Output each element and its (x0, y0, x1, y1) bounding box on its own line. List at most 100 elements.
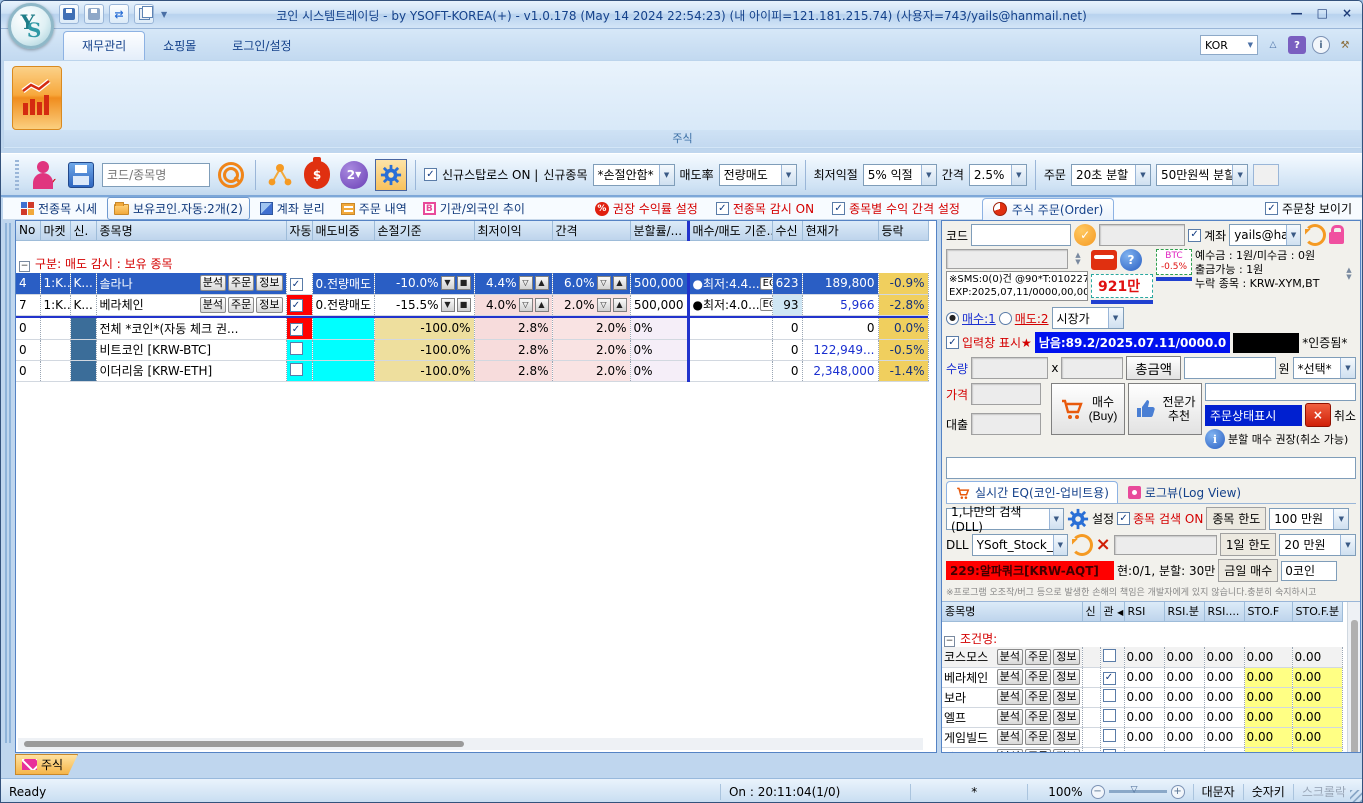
amount-preset-select[interactable]: *선택*▼ (1293, 357, 1356, 379)
maximize-button[interactable]: □ (1317, 6, 1328, 20)
cancel-x-icon[interactable]: × (1305, 403, 1331, 427)
watch-checkbox[interactable] (1103, 649, 1116, 662)
spin-up-button[interactable]: ▲ (613, 276, 627, 290)
show-order-checkbox[interactable]: ✓ (1265, 202, 1278, 215)
watch-row[interactable]: 게임빌드분석주문정보 0.000.000.00 0.000.00 (942, 727, 1342, 747)
col-stop[interactable]: 손절기준 (374, 221, 474, 240)
delete-x-icon[interactable]: × (1096, 536, 1111, 554)
save-button[interactable] (65, 159, 97, 191)
buy-radio[interactable]: ● (946, 312, 959, 325)
order-button[interactable]: 주문 (1025, 669, 1051, 685)
confirm-check-icon[interactable]: ✓ (1074, 224, 1096, 246)
search-on-checkbox[interactable]: ✓ (1117, 512, 1130, 525)
auto-checkbox[interactable] (290, 363, 303, 376)
watch-on-checkbox[interactable]: ✓ (716, 202, 729, 215)
spin-down-button[interactable]: ▽ (597, 298, 611, 312)
scrollbar-thumb[interactable] (24, 741, 464, 747)
symbol-search-input[interactable] (102, 163, 210, 187)
table-row[interactable]: 4 1:K... K... 솔라나 분석 주문 정보 ✓ 0.전량매도 -10.… (16, 273, 928, 294)
auto-checkbox[interactable] (290, 342, 303, 355)
price-type-select[interactable]: 시장가▼ (1052, 307, 1124, 329)
account-checkbox[interactable]: ✓ (1188, 229, 1201, 242)
recommend-yield-button[interactable]: %권장 수익률 설정 (595, 200, 698, 217)
info-button[interactable]: 정보 (1053, 689, 1079, 705)
col-new[interactable]: 신 (1082, 602, 1100, 621)
refresh-icon[interactable] (1071, 534, 1093, 556)
zoom-slider[interactable]: ▽ (1109, 790, 1167, 793)
tab-order-history[interactable]: 주문 내역 (335, 198, 413, 219)
buy-button[interactable]: 매수(Buy) (1051, 383, 1125, 435)
table-row[interactable]: 0 전체 *코인*(자동 체크 권... ✓ -100.0% 2.8% 2.0%… (16, 318, 928, 339)
analyze-button[interactable]: 분석 (997, 729, 1023, 745)
info-button[interactable]: 정보 (256, 275, 282, 291)
watch-group-row[interactable]: −조건명: (942, 629, 1342, 647)
split-amount-select[interactable]: 50만원씩 분할▼ (1156, 164, 1248, 186)
dll-select[interactable]: YSoft_Stock_N▼ (972, 534, 1068, 556)
language-select[interactable]: KOR▼ (1200, 35, 1258, 55)
help-book-icon[interactable]: ? (1288, 36, 1306, 54)
watch-checkbox[interactable] (1103, 749, 1116, 753)
spin-down-button[interactable]: ▽ (519, 276, 533, 290)
auto-checkbox[interactable]: ✓ (290, 299, 303, 312)
status-scrolllock[interactable]: 스크롤락 (1302, 783, 1346, 800)
spin-stop-button[interactable]: ■ (457, 276, 471, 290)
info-button[interactable]: 정보 (256, 297, 282, 313)
dll-search-select[interactable]: 1,나만의 검색(DLL)▼ (946, 508, 1064, 530)
app-logo[interactable]: Y S (8, 3, 54, 49)
col-gap[interactable]: 간격 (552, 221, 630, 240)
total-amount-button[interactable]: 총금액 (1126, 356, 1181, 380)
minimize-button[interactable]: — (1291, 6, 1303, 20)
daily-limit-select[interactable]: 20 만원▼ (1279, 534, 1356, 556)
toolbar-grip[interactable] (15, 160, 19, 190)
spin-down-button[interactable]: ▼ (441, 298, 455, 312)
watch-row[interactable]: 코스모스분석주문정보 0.000.000.00 0.000.00 (942, 647, 1342, 667)
watch-row[interactable]: 엘프분석주문정보 0.000.000.00 0.000.00 (942, 707, 1342, 727)
ribbon-tab-shop[interactable]: 쇼핑몰 (145, 32, 214, 60)
order-button[interactable]: 주문 (1025, 749, 1051, 753)
order-status-item[interactable]: 주문상태표시 (1205, 405, 1302, 426)
order-split-select[interactable]: 20초 분할▼ (1071, 164, 1151, 186)
left-arrow-icon[interactable]: ◀ (1117, 608, 1123, 617)
col-auto[interactable]: 자동... (286, 221, 312, 240)
auto-checkbox[interactable]: ✓ (290, 278, 303, 291)
status-numlock[interactable]: 숫자키 (1252, 783, 1285, 800)
auto-checkbox[interactable]: ✓ (290, 323, 303, 336)
settings-gear-icon[interactable] (1067, 508, 1089, 530)
expert-recommend-button[interactable]: 전문가추천 (1128, 383, 1202, 435)
zoom-out-button[interactable]: − (1091, 785, 1105, 799)
timer-button[interactable]: 2▼ (338, 159, 370, 191)
table-row[interactable]: 0 이더리움 [KRW-ETH] -100.0% 2.8% 2.0% 0% 0 … (16, 360, 928, 381)
spin-up-button[interactable]: ▲ (535, 276, 549, 290)
zoom-in-button[interactable]: + (1171, 785, 1185, 799)
analyze-button[interactable]: 분석 (997, 749, 1023, 753)
analyze-button[interactable]: 분석 (997, 669, 1023, 685)
order-memo-input[interactable] (946, 457, 1356, 479)
cancel-label[interactable]: 취소 (1334, 407, 1356, 424)
stock-chart-button[interactable] (12, 66, 62, 130)
info-icon[interactable]: i (1312, 36, 1330, 54)
per-item-checkbox[interactable]: ✓ (832, 202, 845, 215)
ribbon-tab-login[interactable]: 로그인/설정 (214, 32, 309, 60)
eq-badge[interactable]: EQ (760, 277, 772, 290)
order-button[interactable]: 주문 (1025, 729, 1051, 745)
col-rsi-x[interactable]: RSI.... (1204, 602, 1244, 621)
spin-stop-button[interactable]: ■ (457, 298, 471, 312)
ribbon-collapse-button[interactable]: △ (1264, 36, 1282, 54)
search-button[interactable] (215, 159, 247, 191)
analyze-button[interactable]: 분석 (997, 689, 1023, 705)
col-name[interactable]: 종목명 (942, 602, 1082, 621)
tab-realtime-eq[interactable]: 실시간 EQ(코인-업비트용) (946, 481, 1118, 503)
user-button[interactable]: ✓ (28, 159, 60, 191)
col-price[interactable]: 현재가 (802, 221, 878, 240)
col-stof[interactable]: STO.F (1244, 602, 1292, 621)
spin-down-button[interactable]: ▽ (597, 276, 611, 290)
info-button[interactable]: 정보 (1053, 749, 1079, 753)
sell-rate-select[interactable]: 전량매도▼ (719, 164, 797, 186)
resize-grip[interactable] (1350, 790, 1362, 802)
spin-down-button[interactable]: ▼ (441, 276, 455, 290)
watch-checkbox[interactable] (1103, 709, 1116, 722)
spin-up-button[interactable]: ▲ (613, 298, 627, 312)
zoom-slider-thumb[interactable]: ▽ (1131, 785, 1138, 795)
col-watch[interactable]: 관 ◀ (1100, 602, 1124, 621)
watch-row[interactable]: 하이파이분석주문정보 0.000.000.00 0.000.00 (942, 747, 1342, 753)
